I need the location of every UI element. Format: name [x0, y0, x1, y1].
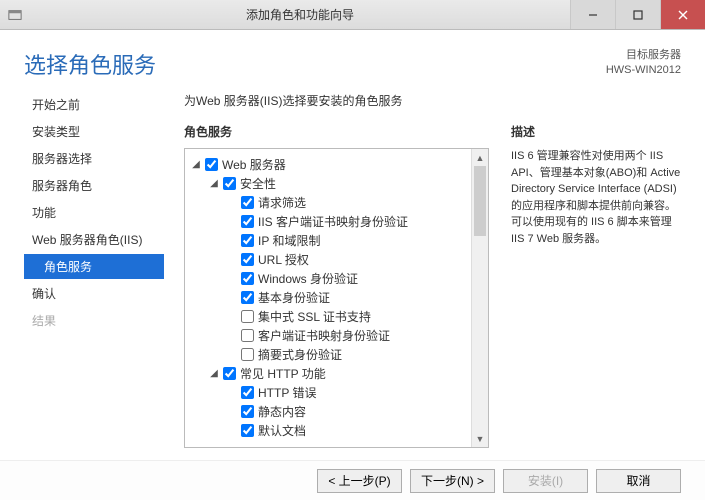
tree-label: IP 和域限制 [258, 232, 320, 249]
maximize-button[interactable] [615, 0, 660, 29]
tree-checkbox[interactable] [241, 215, 254, 228]
nav-item-3[interactable]: 服务器角色 [24, 173, 164, 198]
tree-label: Windows 身份验证 [258, 270, 358, 287]
tree-row-11[interactable]: ◢ 常见 HTTP 功能 [189, 364, 467, 383]
tree-checkbox[interactable] [241, 234, 254, 247]
tree-row-8[interactable]: ◢集中式 SSL 证书支持 [189, 307, 467, 326]
tree-checkbox[interactable] [223, 367, 236, 380]
tree-checkbox[interactable] [241, 348, 254, 361]
window-title: 添加角色和功能向导 [30, 6, 570, 23]
tree-label: 常见 HTTP 功能 [240, 365, 326, 382]
scroll-down-icon[interactable]: ▼ [472, 430, 488, 447]
nav-item-8: 结果 [24, 308, 164, 333]
tree-checkbox[interactable] [241, 424, 254, 437]
tree-checkbox[interactable] [205, 158, 218, 171]
caret-icon[interactable]: ◢ [207, 368, 221, 379]
tree-row-1[interactable]: ◢ 安全性 [189, 174, 467, 193]
tree-checkbox[interactable] [241, 291, 254, 304]
scroll-up-icon[interactable]: ▲ [472, 149, 488, 166]
tree-label: 客户端证书映射身份验证 [258, 327, 390, 344]
tree-row-6[interactable]: ◢Windows 身份验证 [189, 269, 467, 288]
tree-row-0[interactable]: ◢ Web 服务器 [189, 155, 467, 174]
target-server-info: 目标服务器 HWS-WIN2012 [606, 48, 681, 79]
cancel-button[interactable]: 取消 [596, 469, 681, 493]
prev-button[interactable]: < 上一步(P) [317, 469, 402, 493]
nav-item-6[interactable]: 角色服务 [24, 254, 164, 279]
caret-icon[interactable]: ◢ [207, 178, 221, 189]
tree-label: 请求筛选 [258, 194, 306, 211]
roles-tree-container: ◢Web 服务器◢安全性◢请求筛选◢IIS 客户端证书映射身份验证◢IP 和域限… [184, 148, 489, 448]
tree-label: IIS 客户端证书映射身份验证 [258, 213, 408, 230]
tree-label: 静态内容 [258, 403, 306, 420]
tree-checkbox[interactable] [241, 329, 254, 342]
tree-row-14[interactable]: ◢默认文档 [189, 421, 467, 440]
description-heading: 描述 [511, 123, 681, 140]
close-button[interactable] [660, 0, 705, 29]
nav-item-7[interactable]: 确认 [24, 281, 164, 306]
wizard-nav: 开始之前安装类型服务器选择服务器角色功能Web 服务器角色(IIS)角色服务确认… [24, 88, 164, 448]
tree-label: 基本身份验证 [258, 289, 330, 306]
tree-label: 集中式 SSL 证书支持 [258, 308, 371, 325]
tree-checkbox[interactable] [241, 405, 254, 418]
tree-row-13[interactable]: ◢静态内容 [189, 402, 467, 421]
wizard-header: 选择角色服务 目标服务器 HWS-WIN2012 [0, 30, 705, 88]
tree-row-3[interactable]: ◢IIS 客户端证书映射身份验证 [189, 212, 467, 231]
scroll-thumb[interactable] [474, 166, 486, 236]
roles-tree[interactable]: ◢Web 服务器◢安全性◢请求筛选◢IIS 客户端证书映射身份验证◢IP 和域限… [185, 149, 471, 447]
app-icon [0, 8, 30, 22]
description-text: IIS 6 管理兼容性对使用两个 IIS API、管理基本对象(ABO)和 Ac… [511, 148, 681, 247]
tree-checkbox[interactable] [223, 177, 236, 190]
wizard-footer: < 上一步(P) 下一步(N) > 安装(I) 取消 [0, 460, 705, 500]
tree-row-5[interactable]: ◢URL 授权 [189, 250, 467, 269]
nav-item-2[interactable]: 服务器选择 [24, 146, 164, 171]
tree-row-9[interactable]: ◢客户端证书映射身份验证 [189, 326, 467, 345]
nav-item-1[interactable]: 安装类型 [24, 119, 164, 144]
page-title: 选择角色服务 [24, 48, 156, 80]
install-button[interactable]: 安装(I) [503, 469, 588, 493]
target-server-label: 目标服务器 [606, 48, 681, 63]
tree-checkbox[interactable] [241, 272, 254, 285]
nav-item-5[interactable]: Web 服务器角色(IIS) [24, 227, 164, 252]
tree-label: 安全性 [240, 175, 276, 192]
instruction-text: 为Web 服务器(IIS)选择要安装的角色服务 [184, 92, 681, 109]
caret-icon[interactable]: ◢ [189, 159, 203, 170]
minimize-button[interactable] [570, 0, 615, 29]
tree-checkbox[interactable] [241, 253, 254, 266]
roles-heading: 角色服务 [184, 123, 489, 140]
tree-label: Web 服务器 [222, 156, 286, 173]
tree-label: HTTP 错误 [258, 384, 316, 401]
nav-item-0[interactable]: 开始之前 [24, 92, 164, 117]
tree-label: 默认文档 [258, 422, 306, 439]
target-server-name: HWS-WIN2012 [606, 63, 681, 78]
tree-row-10[interactable]: ◢摘要式身份验证 [189, 345, 467, 364]
next-button[interactable]: 下一步(N) > [410, 469, 495, 493]
tree-row-12[interactable]: ◢HTTP 错误 [189, 383, 467, 402]
tree-label: 摘要式身份验证 [258, 346, 342, 363]
tree-row-4[interactable]: ◢IP 和域限制 [189, 231, 467, 250]
titlebar: 添加角色和功能向导 [0, 0, 705, 30]
tree-checkbox[interactable] [241, 386, 254, 399]
tree-scrollbar[interactable]: ▲ ▼ [471, 149, 488, 447]
tree-checkbox[interactable] [241, 196, 254, 209]
tree-checkbox[interactable] [241, 310, 254, 323]
nav-item-4[interactable]: 功能 [24, 200, 164, 225]
tree-label: URL 授权 [258, 251, 309, 268]
tree-row-7[interactable]: ◢基本身份验证 [189, 288, 467, 307]
tree-row-2[interactable]: ◢请求筛选 [189, 193, 467, 212]
